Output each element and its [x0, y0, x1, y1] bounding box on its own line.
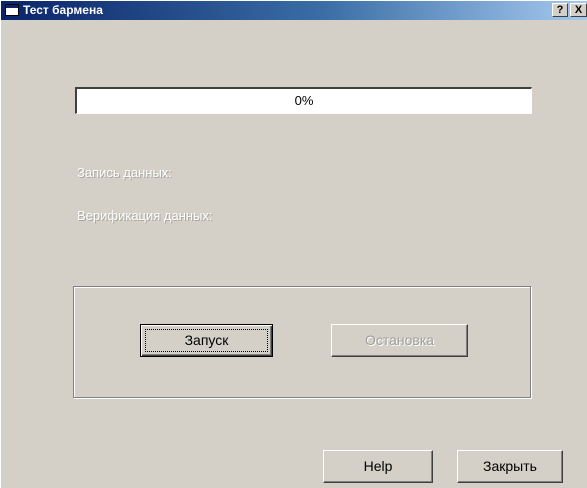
- help-button[interactable]: Help: [323, 450, 433, 483]
- stop-button-label: Остановка: [364, 332, 435, 348]
- verify-data-label: Верификация данных:: [77, 208, 213, 223]
- start-button[interactable]: Запуск: [140, 324, 273, 357]
- close-title-button[interactable]: X: [570, 3, 587, 17]
- help-button-label: Help: [363, 458, 393, 474]
- help-title-button[interactable]: ?: [552, 3, 568, 17]
- stop-button[interactable]: Остановка: [331, 324, 468, 357]
- start-button-label: Запуск: [184, 332, 229, 348]
- write-data-label: Запись данных:: [77, 165, 172, 180]
- progress-percent: 0%: [294, 93, 314, 108]
- dialog-window: Тест бармена ? X 0% Запись данных: Вериф…: [0, 0, 587, 488]
- progress-bar: 0%: [75, 87, 532, 114]
- window-title: Тест бармена: [23, 3, 103, 17]
- title-bar[interactable]: Тест бармена ? X: [1, 1, 587, 20]
- close-button[interactable]: Закрыть: [457, 450, 563, 483]
- window-app-icon[interactable]: [5, 4, 19, 16]
- close-button-label: Закрыть: [483, 458, 537, 474]
